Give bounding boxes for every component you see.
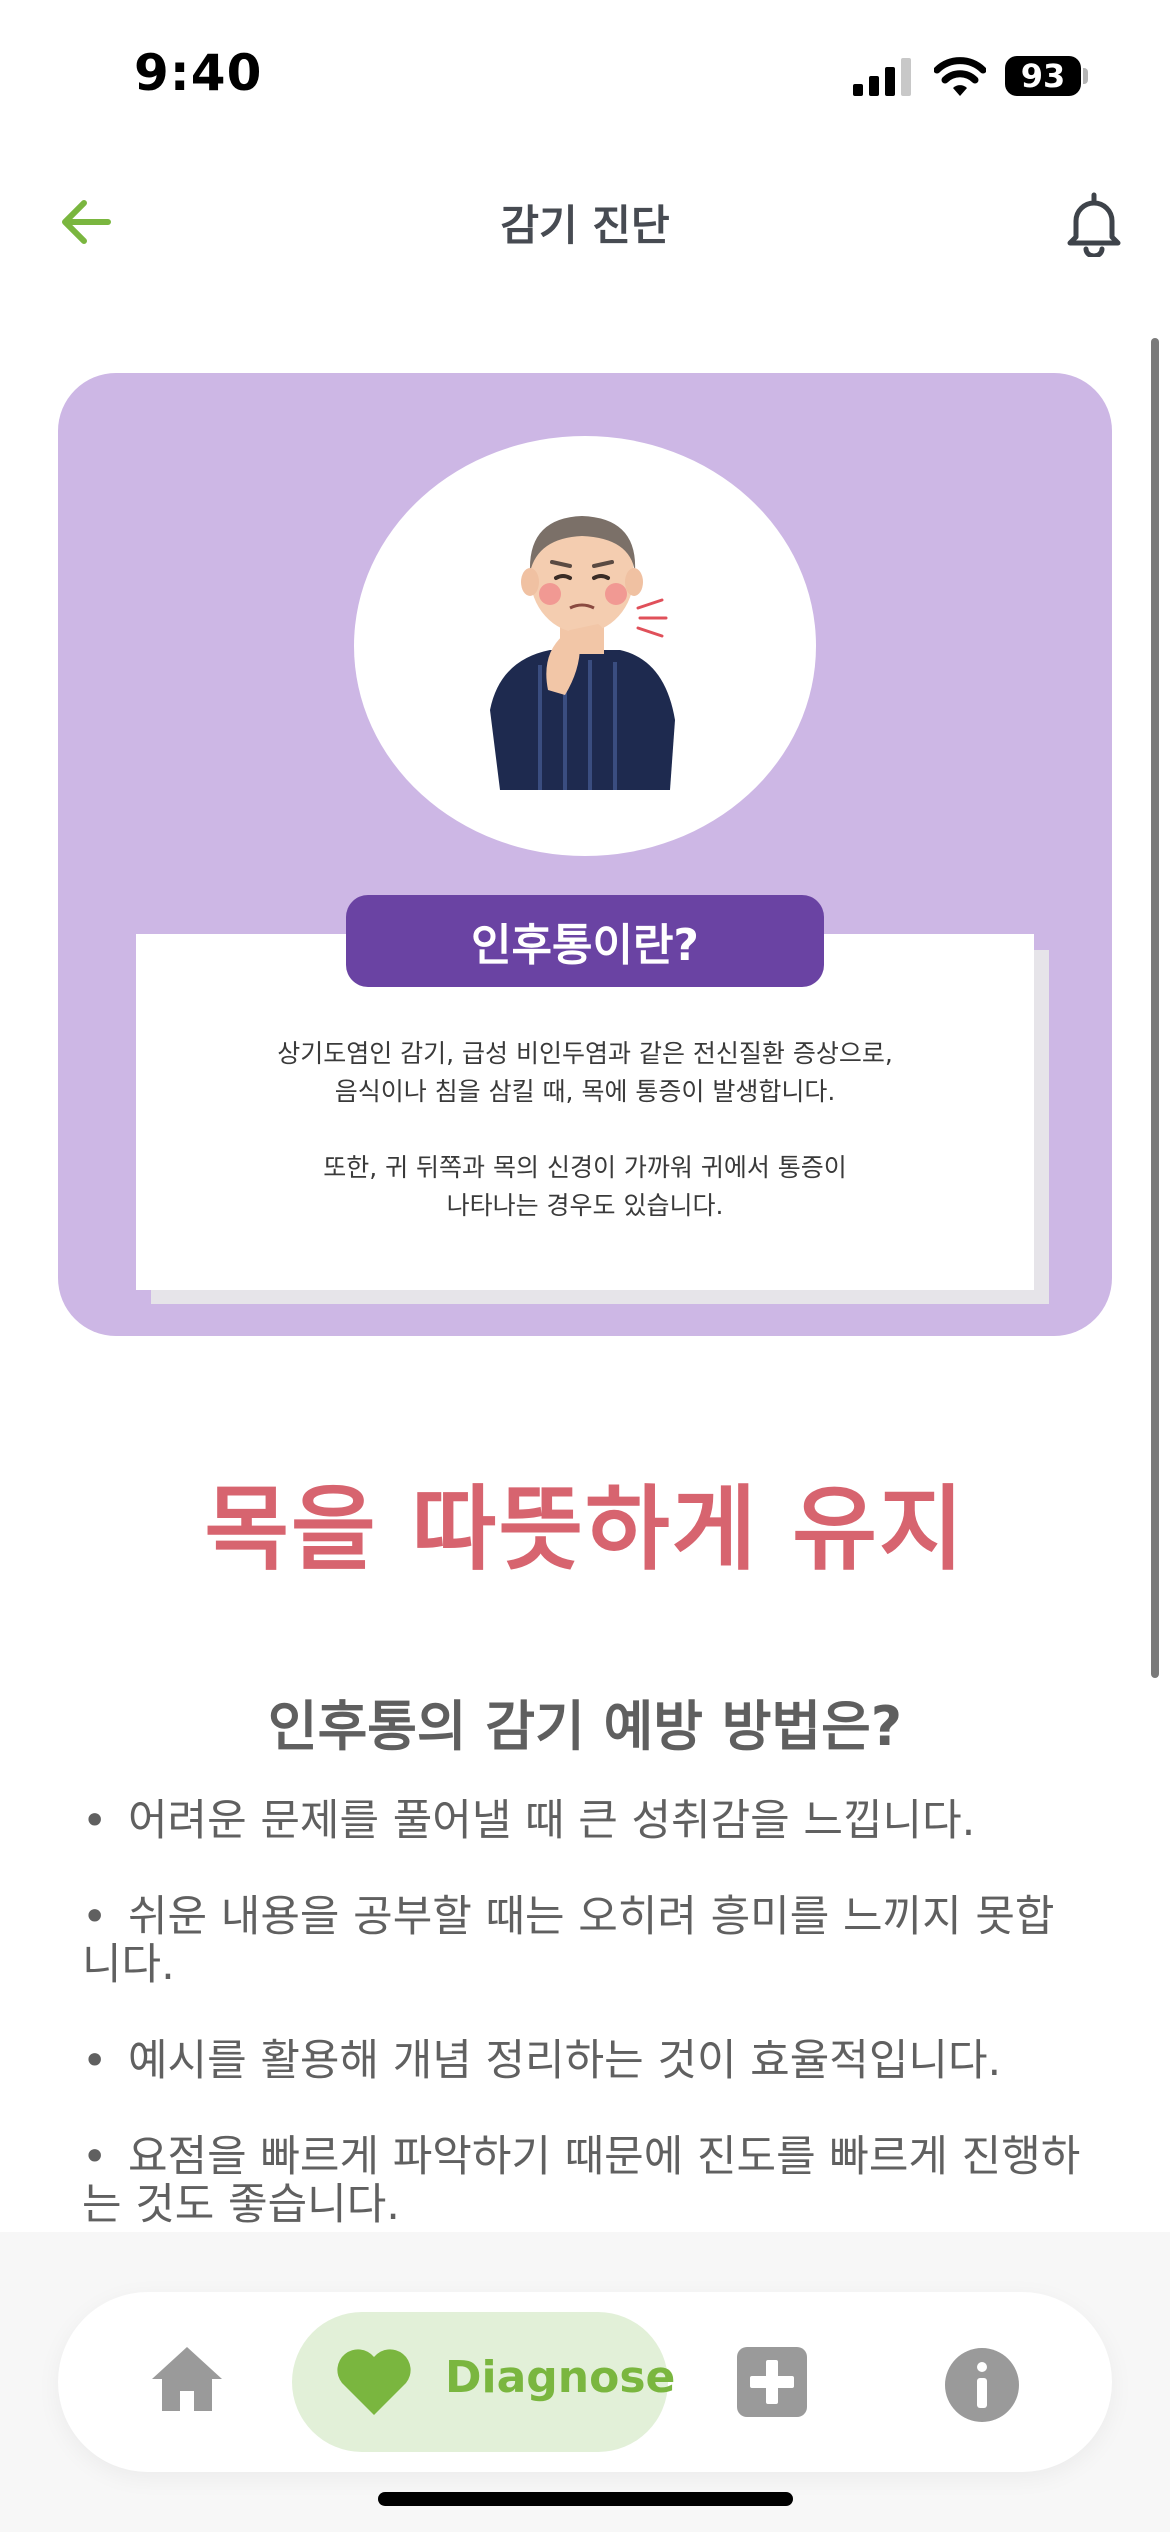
list-item-text: 쉬운 내용을 공부할 때는 오히려 흥미를 느끼지 못합니다.	[82, 1892, 1055, 1990]
note-title: 인후통이란?	[471, 920, 699, 971]
tab-diagnose-label[interactable]: Diagnose	[445, 2352, 675, 2403]
medical-plus-icon[interactable]	[737, 2347, 807, 2417]
list-item: • 어려운 문제를 풀어낼 때 큰 성취감을 느낍니다.	[82, 1796, 976, 1846]
home-indicator	[378, 2492, 793, 2506]
list-item-text: 어려운 문제를 풀어낼 때 큰 성취감을 느낍니다.	[128, 1796, 976, 1846]
note-title-tab: 인후통이란?	[346, 895, 824, 987]
battery-indicator: 93	[1005, 56, 1081, 96]
note-paragraph2-line2: 나타나는 경우도 있습니다.	[446, 1191, 724, 1220]
bell-icon[interactable]	[1066, 191, 1122, 257]
man-with-sore-throat-illustration	[490, 516, 675, 790]
info-icon[interactable]	[944, 2347, 1020, 2423]
prevention-list: • 어려운 문제를 풀어낼 때 큰 성취감을 느낍니다. • 쉬운 내용을 공부할 …	[82, 1797, 1092, 2277]
note-paragraph1-line2: 음식이나 침을 삼킬 때, 목에 통증이 발생합니다.	[334, 1077, 836, 1106]
list-item-text: 요점을 빠르게 파악하기 때문에 진도를 빠르게 진행하는 것도 좋습니다.	[82, 2132, 1081, 2230]
list-item-text: 예시를 활용해 개념 정리하는 것이 효율적입니다.	[128, 2036, 1002, 2086]
cellular-signal-icon	[853, 58, 911, 96]
prevention-heading: 인후통의 감기 예방 방법은?	[267, 1695, 903, 1758]
screen: 9:40 93 감기 진단 인후통이란? 상기도염인 감기, 급성 비인두염과 …	[0, 0, 1170, 2532]
note-paragraph1-line1: 상기도염인 감기, 급성 비인두염과 같은 전신질환 증상으로,	[277, 1039, 893, 1068]
note-paragraph2-line1: 또한, 귀 뒤쪽과 목의 신경이 가까워 귀에서 통증이	[323, 1153, 847, 1182]
list-item: • 예시를 활용해 개념 정리하는 것이 효율적입니다.	[82, 2036, 1002, 2086]
home-icon[interactable]	[150, 2345, 224, 2413]
page-title: 감기 진단	[500, 201, 670, 250]
list-item: • 요점을 빠르게 파악하기 때문에 진도를 빠르게 진행하는 것도 좋습니다.	[82, 2132, 1081, 2230]
headline: 목을 따뜻하게 유지	[204, 1476, 966, 1583]
battery-cap	[1083, 68, 1088, 84]
status-time: 9:40	[134, 44, 263, 102]
list-item: • 쉬운 내용을 공부할 때는 오히려 흥미를 느끼지 못합니다.	[82, 1892, 1055, 1990]
heart-icon[interactable]	[334, 2345, 414, 2417]
note-text: 상기도염인 감기, 급성 비인두염과 같은 전신질환 증상으로, 음식이나 침을…	[136, 1035, 1034, 1225]
battery-level: 93	[1020, 57, 1066, 95]
wifi-icon	[934, 57, 986, 96]
